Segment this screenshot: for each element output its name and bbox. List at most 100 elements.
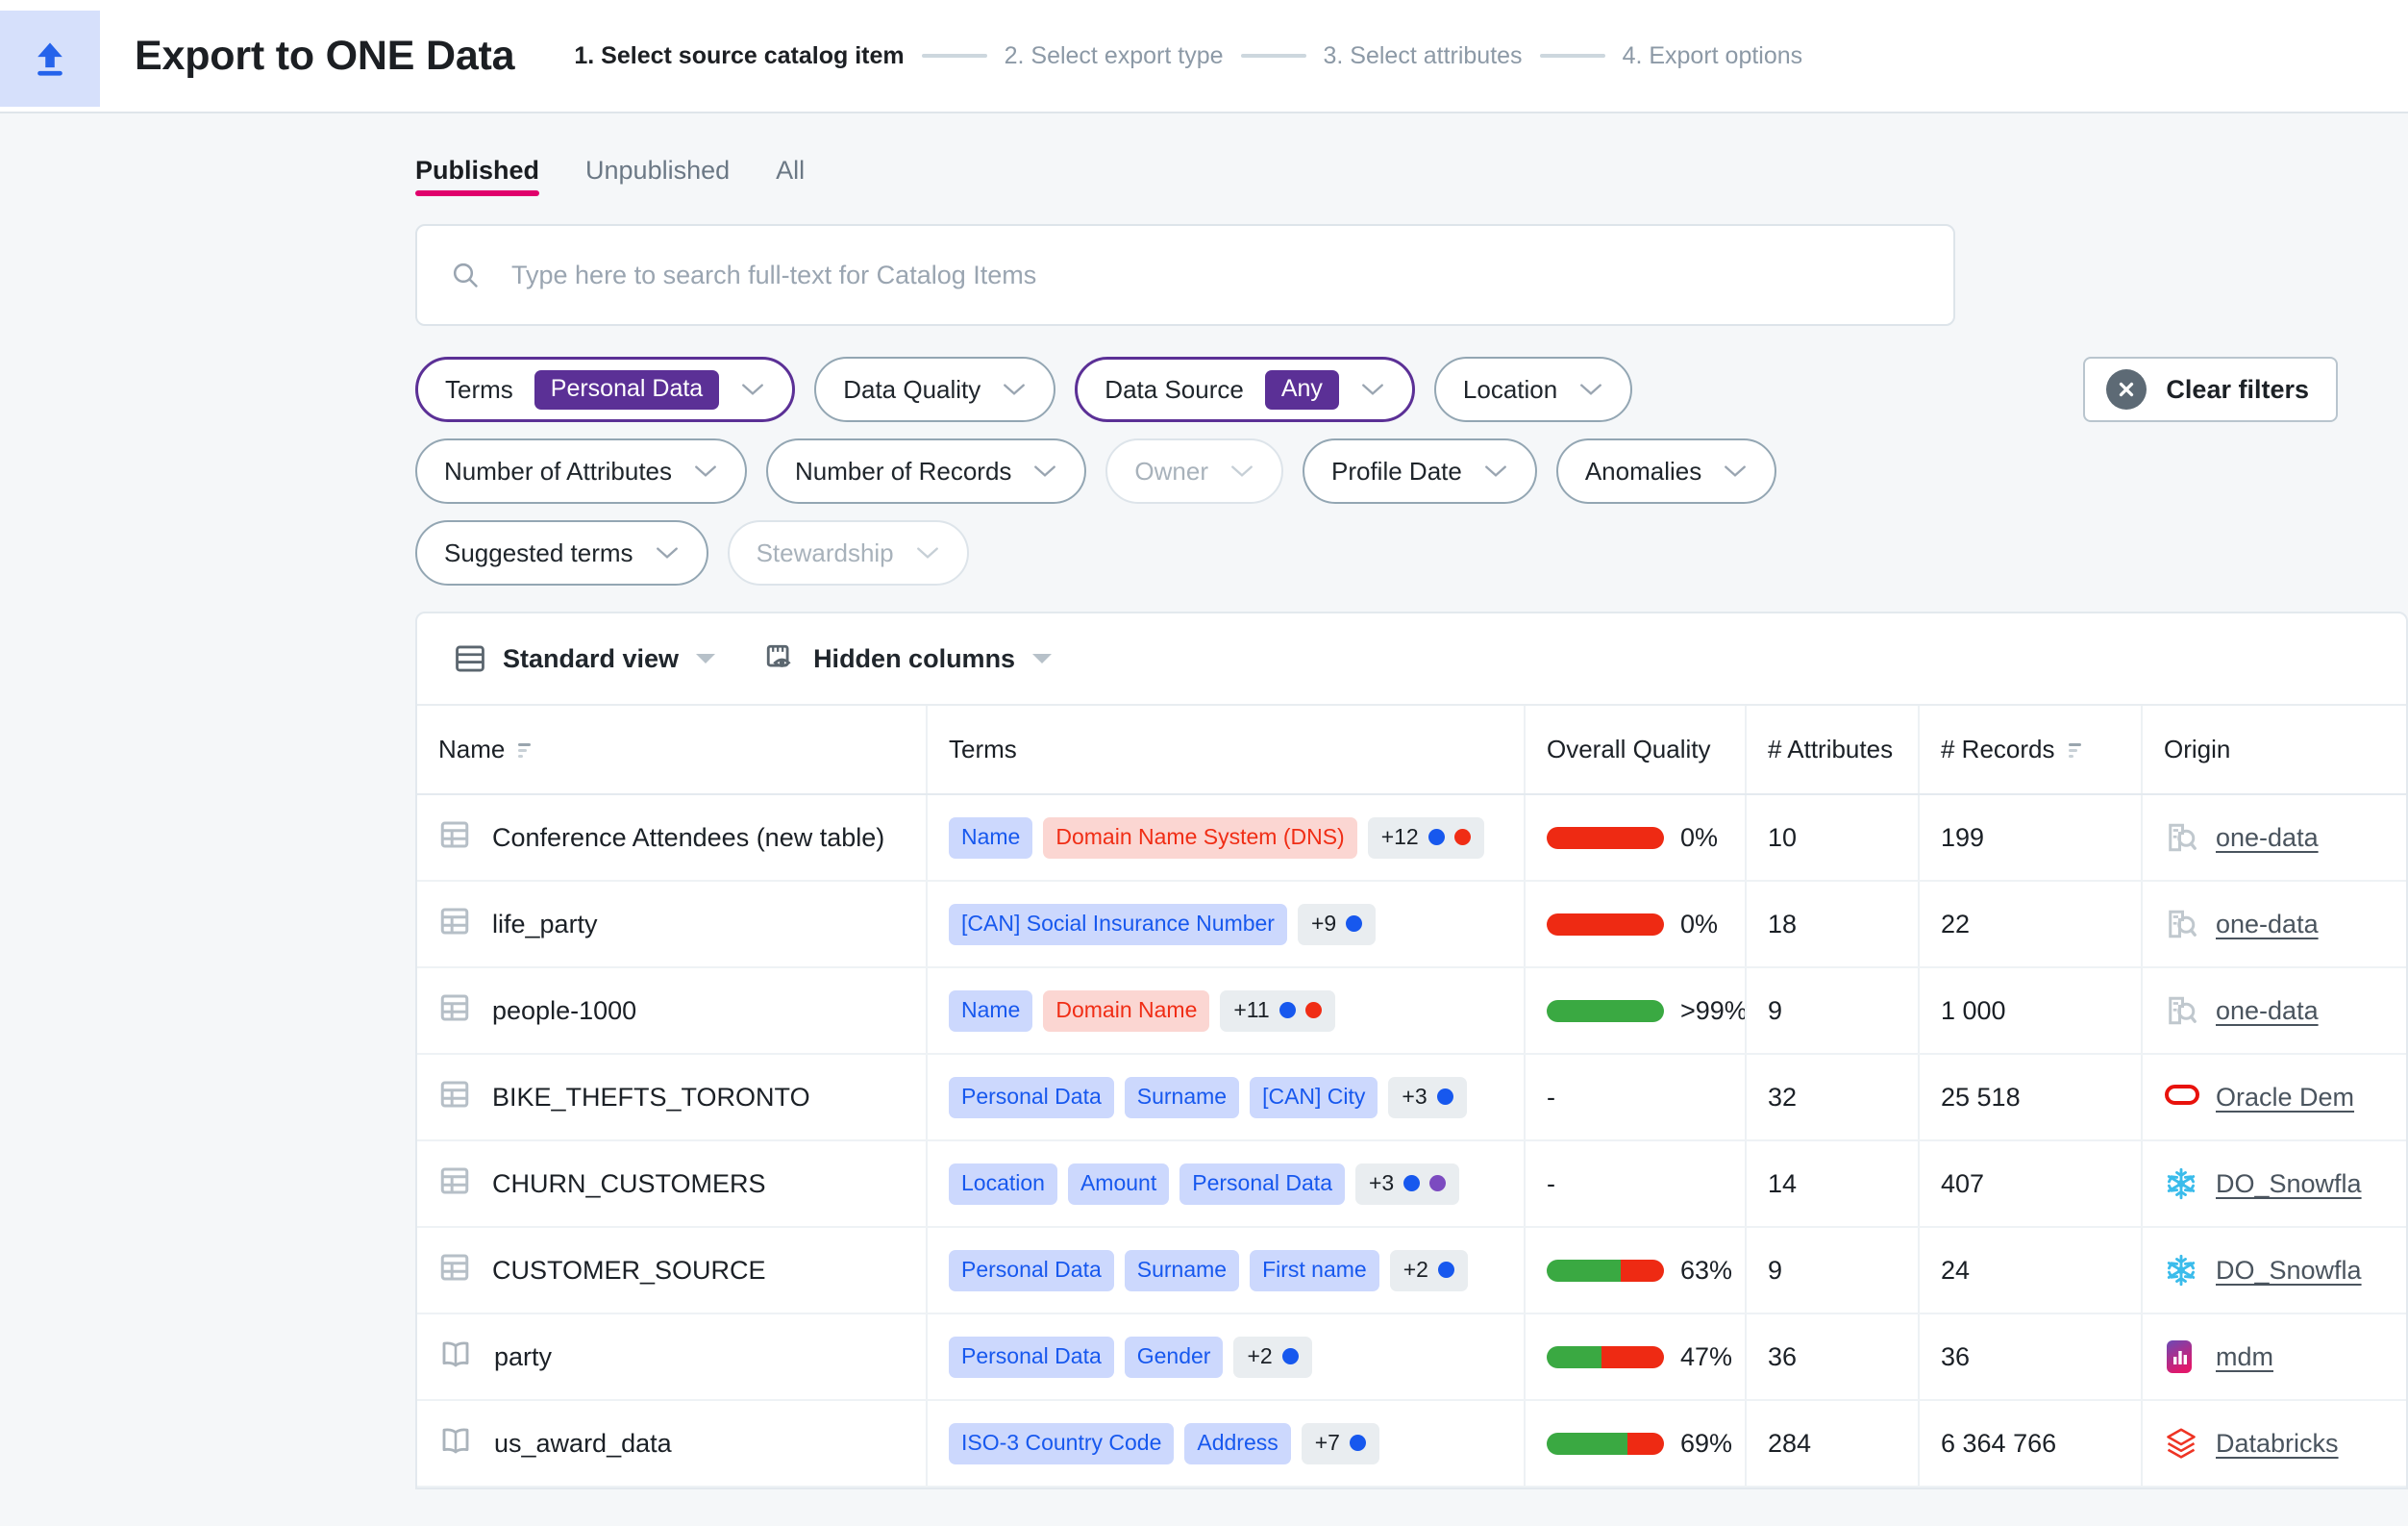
term-overflow-chip[interactable]: +9 [1298,904,1376,945]
term-chip[interactable]: Surname [1125,1077,1239,1118]
origin-link[interactable]: mdm [2216,1342,2273,1372]
term-dot-blue [1346,915,1362,932]
filter-profile-date[interactable]: Profile Date [1303,438,1537,504]
col-records[interactable]: # Records [1919,706,2142,794]
eq-magnifier-icon [2164,820,2198,855]
col-overall-quality[interactable]: Overall Quality [1525,706,1746,794]
cell-origin: Databricks [2142,1400,2408,1487]
origin-link[interactable]: DO_Snowfla [2216,1256,2362,1286]
filter-row-1: Terms Personal Data Data Quality Data So… [415,357,2338,422]
col-attributes[interactable]: # Attributes [1746,706,1919,794]
origin-link[interactable]: Oracle Dem [2216,1083,2354,1113]
tab-published[interactable]: Published [415,156,539,196]
term-chip[interactable]: Name [949,817,1032,859]
filter-row-3: Suggested terms Stewardship [415,520,2338,586]
standard-view-button[interactable]: Standard view [454,642,716,675]
catalog-item-name: BIKE_THEFTS_TORONTO [492,1083,810,1113]
term-chip[interactable]: [CAN] Social Insurance Number [949,904,1287,945]
quality-bar-good [1547,1000,1664,1022]
records-value: 36 [1941,1342,1970,1371]
term-chip[interactable]: Domain Name System (DNS) [1043,817,1356,859]
table-row[interactable]: CHURN_CUSTOMERSLocationAmountPersonal Da… [417,1140,2408,1227]
wizard-step-2[interactable]: 2. Select export type [1005,42,1224,70]
cell-origin: Oracle Dem [2142,1054,2408,1140]
col-name[interactable]: Name [417,706,927,794]
wizard-step-4[interactable]: 4. Export options [1623,42,1803,70]
filter-terms[interactable]: Terms Personal Data [415,357,795,422]
term-overflow-chip[interactable]: +7 [1302,1423,1379,1464]
table-icon [438,905,471,944]
catalog-table: Name Terms Overall Quality # Attributes … [417,706,2408,1488]
term-chip[interactable]: Domain Name [1043,990,1209,1032]
term-overflow-chip[interactable]: +3 [1388,1077,1466,1118]
table-row[interactable]: partyPersonal DataGender+247%3636mdm [417,1313,2408,1400]
filter-data-quality[interactable]: Data Quality [814,357,1055,422]
quality-value: 0% [1680,910,1718,939]
term-overflow-chip[interactable]: +12 [1368,817,1484,859]
term-chip[interactable]: Name [949,990,1032,1032]
term-chip[interactable]: ISO-3 Country Code [949,1423,1174,1464]
filter-row-2: Number of Attributes Number of Records O… [415,438,2338,504]
term-dot-blue [1437,1088,1453,1105]
filter-owner[interactable]: Owner [1105,438,1283,504]
term-chip[interactable]: Personal Data [949,1337,1114,1378]
table-toolbar: Standard view Hidden columns [417,613,2406,706]
origin-link[interactable]: one-data [2216,823,2319,853]
term-overflow-chip[interactable]: +3 [1355,1163,1459,1205]
col-origin[interactable]: Origin [2142,706,2408,794]
search-input[interactable] [511,261,1921,290]
term-chip[interactable]: Gender [1125,1337,1224,1378]
origin-link[interactable]: Databricks [2216,1429,2339,1459]
filter-number-of-records[interactable]: Number of Records [766,438,1086,504]
chevron-down-icon [1723,463,1748,479]
term-chip[interactable]: Personal Data [1179,1163,1345,1205]
table-row[interactable]: us_award_data ISO-3 Country CodeAddress +7… [417,1400,2408,1487]
hidden-columns-button[interactable]: Hidden columns [764,642,1053,675]
term-chip[interactable]: [CAN] City [1250,1077,1378,1118]
table-body: Conference Attendees (new table)NameDoma… [417,794,2408,1487]
wizard-step-3[interactable]: 3. Select attributes [1324,42,1523,70]
term-overflow-chip[interactable]: +11 [1220,990,1334,1032]
wizard-step-1[interactable]: 1. Select source catalog item [574,42,904,70]
col-overall-quality-label: Overall Quality [1547,735,1711,764]
filter-anomalies[interactable]: Anomalies [1556,438,1776,504]
table-row[interactable]: life_party[CAN] Social Insurance Number+… [417,881,2408,967]
origin-link[interactable]: DO_Snowfla [2216,1169,2362,1199]
col-terms[interactable]: Terms [927,706,1525,794]
snowflake-icon [2164,1166,2198,1201]
table-row[interactable]: BIKE_THEFTS_TORONTO Personal Data Surname [… [417,1054,2408,1140]
attributes-value: 14 [1768,1169,1797,1198]
cell-terms: ISO-3 Country CodeAddress +7 [927,1400,1525,1487]
tab-all[interactable]: All [776,156,805,196]
term-overflow-chip[interactable]: +2 [1390,1250,1468,1291]
search-bar[interactable] [415,224,1955,326]
filter-number-of-attributes[interactable]: Number of Attributes [415,438,747,504]
table-row[interactable]: Conference Attendees (new table)NameDoma… [417,794,2408,881]
term-chip[interactable]: Amount [1068,1163,1169,1205]
term-chip[interactable]: Personal Data [949,1077,1114,1118]
term-chip[interactable]: Address [1184,1423,1290,1464]
filter-suggested-terms[interactable]: Suggested terms [415,520,708,586]
cell-attributes: 18 [1746,881,1919,967]
tab-unpublished[interactable]: Unpublished [585,156,730,196]
chevron-down-icon [1578,382,1603,397]
term-chip[interactable]: Location [949,1163,1057,1205]
table-row[interactable]: people-1000NameDomain Name+11>99%91 000o… [417,967,2408,1054]
filter-location[interactable]: Location [1434,357,1632,422]
origin-link[interactable]: one-data [2216,910,2319,939]
filter-data-source[interactable]: Data Source Any [1075,357,1415,422]
quality-bar-good [1547,1346,1601,1368]
table-row[interactable]: CUSTOMER_SOURCEPersonal DataSurnameFirst… [417,1227,2408,1313]
rows-view-icon [454,642,486,675]
catalog-item-name: us_award_data [494,1429,672,1459]
origin-link[interactable]: one-data [2216,996,2319,1026]
term-chip[interactable]: Personal Data [949,1250,1114,1291]
book-icon [438,1423,473,1464]
term-overflow-chip[interactable]: +2 [1233,1337,1311,1378]
cell-name: party [417,1313,927,1400]
term-chip[interactable]: Surname [1125,1250,1239,1291]
clear-filters-button[interactable]: Clear filters [2083,357,2338,422]
term-chip[interactable]: First name [1250,1250,1379,1291]
attributes-value: 36 [1768,1342,1797,1371]
filter-stewardship[interactable]: Stewardship [728,520,969,586]
